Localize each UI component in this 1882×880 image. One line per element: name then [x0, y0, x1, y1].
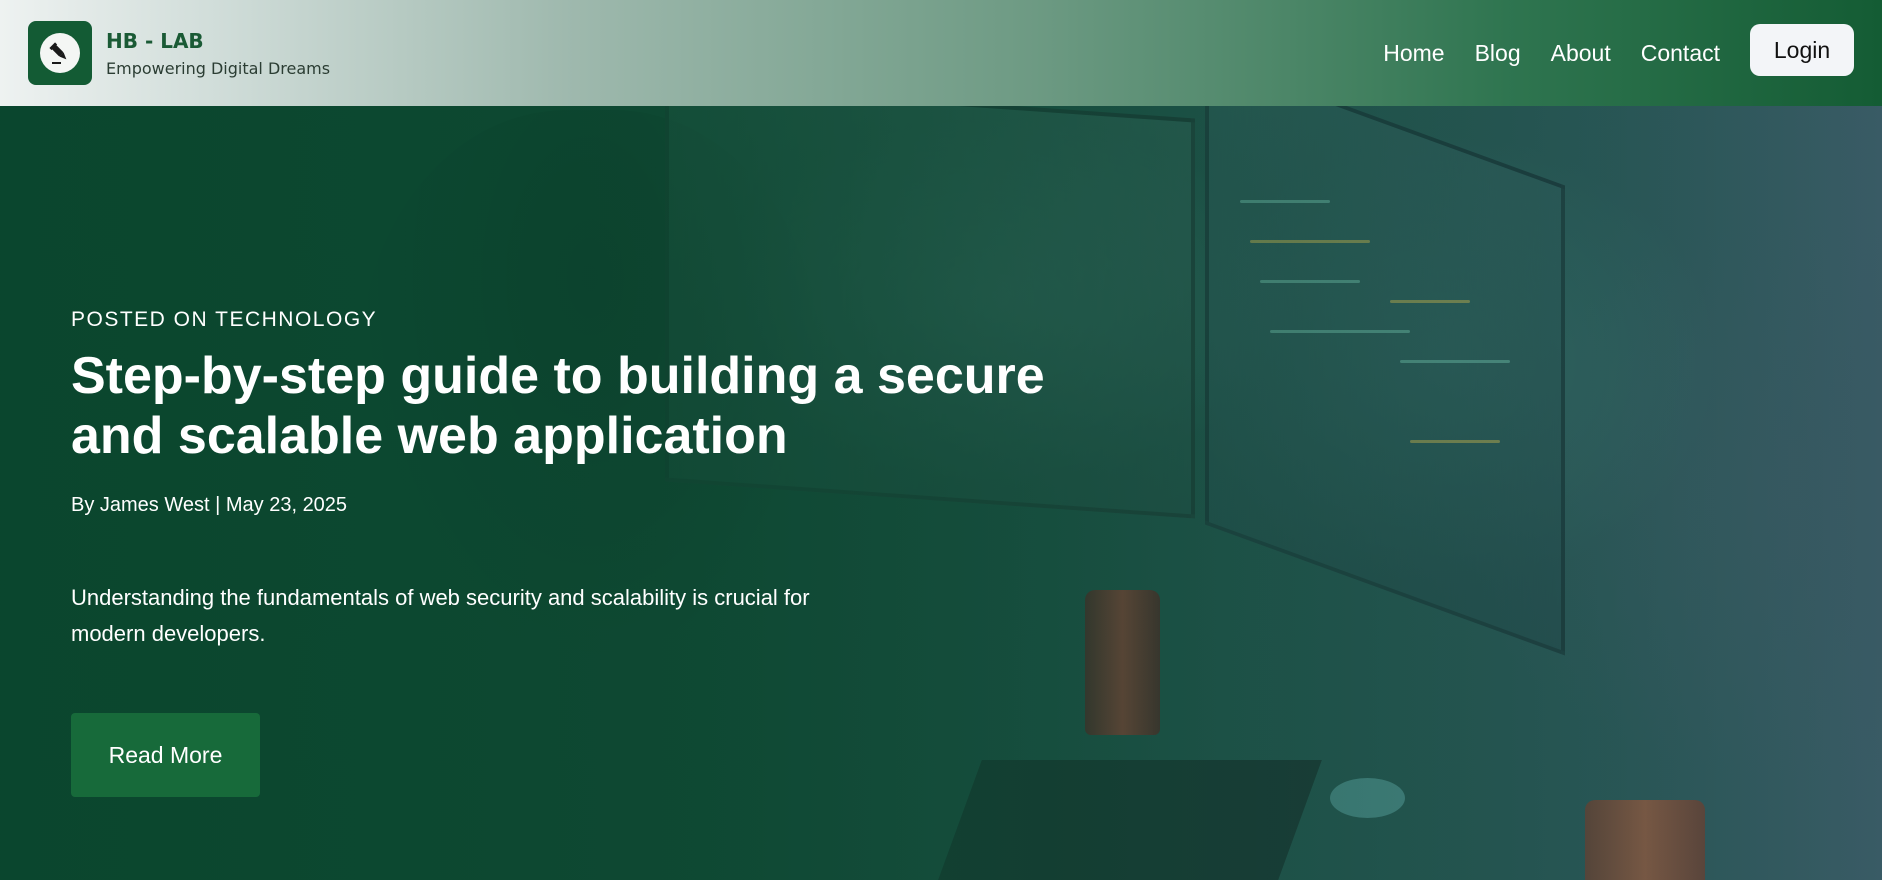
nav-link-blog[interactable]: Blog — [1475, 40, 1521, 67]
read-more-button[interactable]: Read More — [71, 713, 260, 797]
post-meta: By James West | May 23, 2025 — [71, 494, 348, 516]
nav-link-contact[interactable]: Contact — [1641, 40, 1720, 67]
post-excerpt: Understanding the fundamentals of web se… — [71, 585, 810, 646]
post-title: Step-by-step guide to building a secure … — [71, 347, 1045, 465]
pen-nib-icon — [40, 33, 80, 73]
brand-name[interactable]: HB - LAB — [106, 29, 330, 53]
post-category: POSTED ON TECHNOLOGY — [71, 308, 378, 331]
login-button[interactable]: Login — [1750, 24, 1854, 76]
site-header: HB - LAB Empowering Digital Dreams Home … — [0, 0, 1882, 106]
main-nav: Home Blog About Contact Login — [1353, 24, 1854, 76]
nav-link-home[interactable]: Home — [1383, 40, 1444, 67]
nav-link-about[interactable]: About — [1551, 40, 1611, 67]
logo[interactable] — [28, 21, 92, 85]
brand: HB - LAB Empowering Digital Dreams — [106, 29, 330, 78]
brand-tagline: Empowering Digital Dreams — [106, 58, 331, 78]
